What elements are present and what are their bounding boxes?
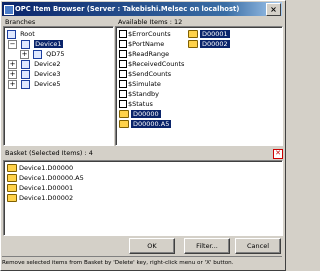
filter-button[interactable]: Filter... — [184, 238, 230, 254]
basket-item[interactable]: Device1.D00000.A5 — [7, 173, 84, 183]
basket-item[interactable]: Device1.D00002 — [7, 193, 73, 203]
list-item[interactable]: $ReceivedCounts — [119, 59, 184, 69]
basket-item[interactable]: Device1.D00000 — [7, 163, 73, 173]
item-label: $PortName — [128, 40, 165, 48]
title-bar: OPC Item Browser (Server : Takebishi.Mel… — [2, 2, 282, 16]
basket-label: Basket (Selected Items) : 4 — [5, 149, 93, 157]
list-item[interactable]: $Simulate — [119, 79, 161, 89]
item-icon — [119, 30, 127, 38]
tree-node-label: Device2 — [34, 60, 61, 68]
item-label: $Standby — [128, 90, 160, 98]
item-label: Device1.D00000.A5 — [19, 174, 84, 182]
app-icon — [4, 5, 14, 15]
item-label: $Status — [128, 100, 153, 108]
tree-node-device5[interactable]: + Device5 — [8, 79, 61, 89]
item-icon — [119, 90, 127, 98]
tree-node-root[interactable]: Root — [7, 29, 35, 39]
tree-node-device1[interactable]: − Device1 — [8, 39, 63, 49]
cancel-button[interactable]: Cancel — [235, 238, 281, 254]
tree-node-label: Device5 — [34, 80, 61, 88]
tree-node-device3[interactable]: + Device3 — [8, 69, 61, 79]
tree-node-qd75[interactable]: + QD75 — [20, 49, 65, 59]
remove-x-icon[interactable]: ✕ — [273, 149, 283, 159]
item-label: $SendCounts — [128, 70, 172, 78]
status-bar: Remove selected items from Basket by 'De… — [2, 256, 282, 269]
tree-node-label: QD75 — [46, 50, 65, 58]
expand-icon[interactable]: + — [8, 59, 17, 69]
ok-button[interactable]: OK — [129, 238, 175, 254]
tree-node-device2[interactable]: + Device2 — [8, 59, 61, 69]
tree-node-label: Device3 — [34, 70, 61, 78]
item-icon — [119, 70, 127, 78]
item-label: $ReadRange — [128, 50, 170, 58]
basket-list[interactable]: Device1.D00000 Device1.D00000.A5 Device1… — [3, 160, 283, 236]
expand-icon[interactable]: + — [8, 79, 17, 89]
expand-icon[interactable]: + — [20, 49, 29, 59]
item-icon — [119, 50, 127, 58]
window-title: OPC Item Browser (Server : Takebishi.Mel… — [15, 5, 240, 13]
device-icon — [21, 39, 31, 49]
item-label: $Simulate — [128, 80, 161, 88]
device-icon — [21, 79, 31, 89]
list-item-selected[interactable]: D00000.A5 — [119, 119, 172, 129]
item-icon — [119, 40, 127, 48]
device-icon — [21, 59, 31, 69]
collapse-icon[interactable]: − — [8, 39, 17, 49]
list-item-selected[interactable]: D00002 — [188, 39, 230, 49]
item-label: $ReceivedCounts — [128, 60, 185, 68]
item-label: D00002 — [200, 40, 230, 48]
item-label: D00000 — [131, 110, 161, 118]
item-label: D00001 — [200, 30, 230, 38]
list-item-selected[interactable]: D00001 — [188, 29, 230, 39]
item-label: D00000.A5 — [131, 120, 172, 128]
list-item[interactable]: $ErrorCounts — [119, 29, 171, 39]
tag-icon — [7, 164, 17, 172]
tag-icon — [119, 120, 129, 128]
available-items-label: Available Items : 12 — [118, 18, 183, 26]
list-item[interactable]: $PortName — [119, 39, 164, 49]
root-folder-icon — [7, 29, 16, 39]
basket-item[interactable]: Device1.D00001 — [7, 183, 73, 193]
list-item[interactable]: $ReadRange — [119, 49, 169, 59]
tag-icon — [7, 184, 17, 192]
list-item[interactable]: $Status — [119, 99, 153, 109]
item-label: $ErrorCounts — [128, 30, 171, 38]
item-label: Device1.D00001 — [19, 184, 74, 192]
tree-node-label: Root — [20, 30, 35, 38]
available-items-list[interactable]: $ErrorCounts $PortName $ReadRange $Recei… — [115, 26, 283, 146]
item-label: Device1.D00002 — [19, 194, 74, 202]
status-text: Remove selected items from Basket by 'De… — [2, 260, 234, 266]
expand-icon[interactable]: + — [8, 69, 17, 79]
list-item[interactable]: $Standby — [119, 89, 159, 99]
device-icon — [21, 69, 31, 79]
tag-icon — [188, 30, 198, 38]
list-item[interactable]: $SendCounts — [119, 69, 171, 79]
branches-tree[interactable]: Root − Device1 + QD75 + Device2 + Device… — [3, 26, 114, 146]
tag-icon — [7, 194, 17, 202]
item-label: Device1.D00000 — [19, 164, 74, 172]
device-icon — [33, 49, 43, 59]
item-icon — [119, 80, 127, 88]
list-item-selected[interactable]: D00000 — [119, 109, 161, 119]
item-icon — [119, 100, 127, 108]
branches-label: Branches — [5, 18, 36, 26]
tag-icon — [7, 174, 17, 182]
tag-icon — [119, 110, 129, 118]
item-icon — [119, 60, 127, 68]
tag-icon — [188, 40, 198, 48]
tree-node-label: Device1 — [34, 40, 63, 48]
close-button[interactable]: × — [266, 3, 281, 16]
